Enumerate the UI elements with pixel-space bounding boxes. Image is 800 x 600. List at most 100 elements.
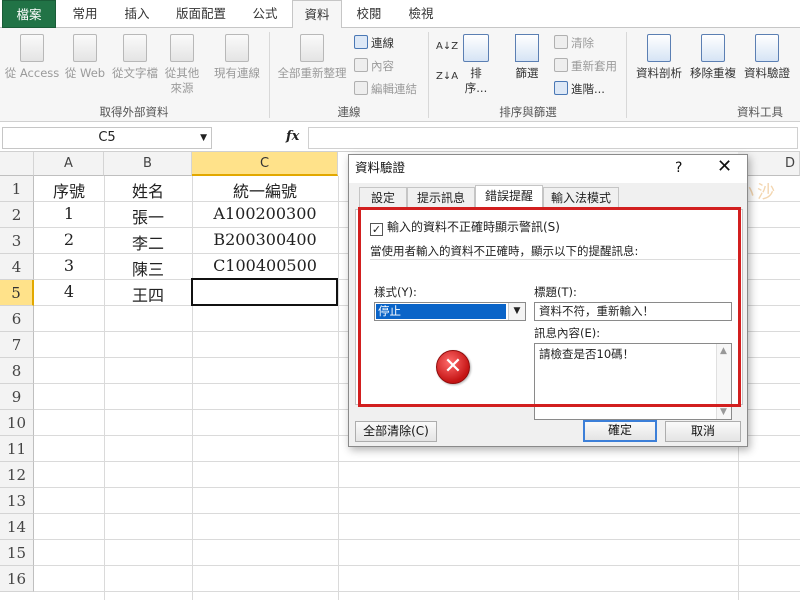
tab-formulas[interactable]: 公式 [240,0,290,28]
cell-b3[interactable]: 李二 [104,230,192,254]
filter-button[interactable]: 篩選 [508,34,546,81]
cell-a3[interactable]: 2 [34,230,104,249]
advanced-filter-button[interactable]: 進階... [554,80,605,98]
refresh-icon [300,34,324,62]
existing-connections-button[interactable]: 現有連線 [208,34,266,81]
cell-c3[interactable]: B200300400 [192,230,338,249]
chevron-down-icon[interactable]: ▼ [200,128,207,148]
from-access-button[interactable]: 從 Access [4,34,60,81]
error-alert-description: 當使用者輸入的資料不正確時，顯示以下的提醒訊息: [370,244,639,258]
scroll-down-icon[interactable]: ▼ [720,407,727,417]
properties-icon [354,58,368,72]
reapply-button[interactable]: 重新套用 [554,57,617,75]
tab-file[interactable]: 檔案 [2,0,56,28]
sort-az-button[interactable]: A↓Z [436,38,458,56]
tab-view[interactable]: 檢視 [396,0,446,28]
ribbon: 從 Access 從 Web 從文字檔 從其他 來源 現有連線 取得外部資料 全… [0,28,800,122]
show-error-alert-checkbox[interactable]: ✓ 輸入的資料不正確時顯示警訊(S) [370,218,560,236]
cell-b1[interactable]: 姓名 [104,178,192,202]
row-header[interactable]: 15 [0,540,34,566]
close-button[interactable]: ✕ [717,154,732,180]
tab-insert[interactable]: 插入 [112,0,162,28]
active-cell-border [191,278,338,306]
insert-function-button[interactable]: fx [286,129,299,144]
row-header[interactable]: 5 [0,280,34,306]
error-alert-panel: ✓ 輸入的資料不正確時顯示警訊(S) 當使用者輸入的資料不正確時，顯示以下的提醒訊… [355,209,743,420]
tab-input-message[interactable]: 提示訊息 [407,187,475,209]
cell-b5[interactable]: 王四 [104,282,192,306]
column-header-a[interactable]: A [34,152,104,176]
tab-error-alert[interactable]: 錯誤提醒 [475,185,543,210]
title-input[interactable]: 資料不符，重新輸入！ [534,302,732,321]
from-web-button[interactable]: 從 Web [62,34,108,81]
cell-a2[interactable]: 1 [34,204,104,223]
divider [370,259,736,260]
tab-review[interactable]: 校閱 [344,0,394,28]
gridline [34,513,800,514]
row-header[interactable]: 6 [0,306,34,332]
edit-links-button[interactable]: 編輯連結 [354,80,417,98]
cell-b4[interactable]: 陳三 [104,256,192,280]
name-box[interactable]: C5 ▼ [2,127,212,149]
style-label: 樣式(Y): [374,285,417,299]
row-header[interactable]: 9 [0,384,34,410]
tab-page-layout[interactable]: 版面配置 [162,0,240,28]
scroll-up-icon[interactable]: ▲ [720,346,727,356]
row-header[interactable]: 4 [0,254,34,280]
sort-za-button[interactable]: Z↓A [436,68,458,86]
ok-button[interactable]: 確定 [583,420,657,442]
tab-home[interactable]: 常用 [58,0,112,28]
from-other-sources-button[interactable]: 從其他 來源 [160,34,204,96]
cell-a5[interactable]: 4 [34,282,104,301]
cell-c2[interactable]: A100200300 [192,204,338,223]
chevron-down-icon[interactable]: ▼ [508,303,525,320]
column-header-b[interactable]: B [104,152,192,176]
style-select[interactable]: 停止 ▼ [374,302,526,321]
clear-all-button[interactable]: 全部清除(C) [355,421,437,442]
formula-input[interactable] [308,127,798,149]
scrollbar[interactable]: ▲ ▼ [716,344,731,419]
row-header[interactable]: 10 [0,410,34,436]
cell-a4[interactable]: 3 [34,256,104,275]
cell-b2[interactable]: 張一 [104,204,192,228]
properties-button[interactable]: 內容 [354,57,394,75]
row-header[interactable]: 12 [0,462,34,488]
gridline [34,591,800,592]
text-to-columns-button[interactable]: 資料剖析 [632,34,686,81]
data-validation-button[interactable]: 資料驗證 [740,34,794,81]
from-text-button[interactable]: 從文字檔 [110,34,160,81]
style-selected-value: 停止 [376,304,506,319]
refresh-all-button[interactable]: 全部重新整理 [274,34,350,81]
group-label-sort-filter: 排序與篩選 [499,105,557,119]
select-all-corner[interactable] [0,152,34,176]
row-header[interactable]: 3 [0,228,34,254]
text-to-columns-icon [647,34,671,62]
row-header[interactable]: 16 [0,566,34,592]
connections-button[interactable]: 連線 [354,34,394,52]
cancel-button[interactable]: 取消 [665,421,741,442]
row-header[interactable]: 8 [0,358,34,384]
filter-funnel-icon [515,34,539,62]
sort-button[interactable]: 排序... [460,34,492,96]
row-header[interactable]: 13 [0,488,34,514]
tab-data[interactable]: 資料 [292,0,342,29]
cell-a1[interactable]: 序號 [34,178,104,202]
message-textarea[interactable]: 請檢查是否10碼！ ▲ ▼ [534,343,732,420]
clear-filter-button[interactable]: 清除 [554,34,594,52]
group-label-connections: 連線 [337,105,361,119]
row-header[interactable]: 2 [0,202,34,228]
row-header[interactable]: 11 [0,436,34,462]
row-header[interactable]: 1 [0,176,34,202]
checkmark-icon: ✓ [370,223,383,236]
tab-ime-mode[interactable]: 輸入法模式 [543,187,619,209]
tab-settings[interactable]: 設定 [359,187,407,209]
column-header-c[interactable]: C [192,152,338,176]
row-header[interactable]: 14 [0,514,34,540]
ribbon-tab-bar: 檔案 常用 插入 版面配置 公式 資料 校閱 檢視 [0,0,800,29]
cell-c4[interactable]: C100400500 [192,256,338,275]
cell-c1[interactable]: 統一編號 [192,178,338,202]
remove-duplicates-button[interactable]: 移除重複 [686,34,740,81]
group-label-external-data: 取得外部資料 [99,105,169,119]
row-header[interactable]: 7 [0,332,34,358]
help-button[interactable]: ? [675,155,682,181]
